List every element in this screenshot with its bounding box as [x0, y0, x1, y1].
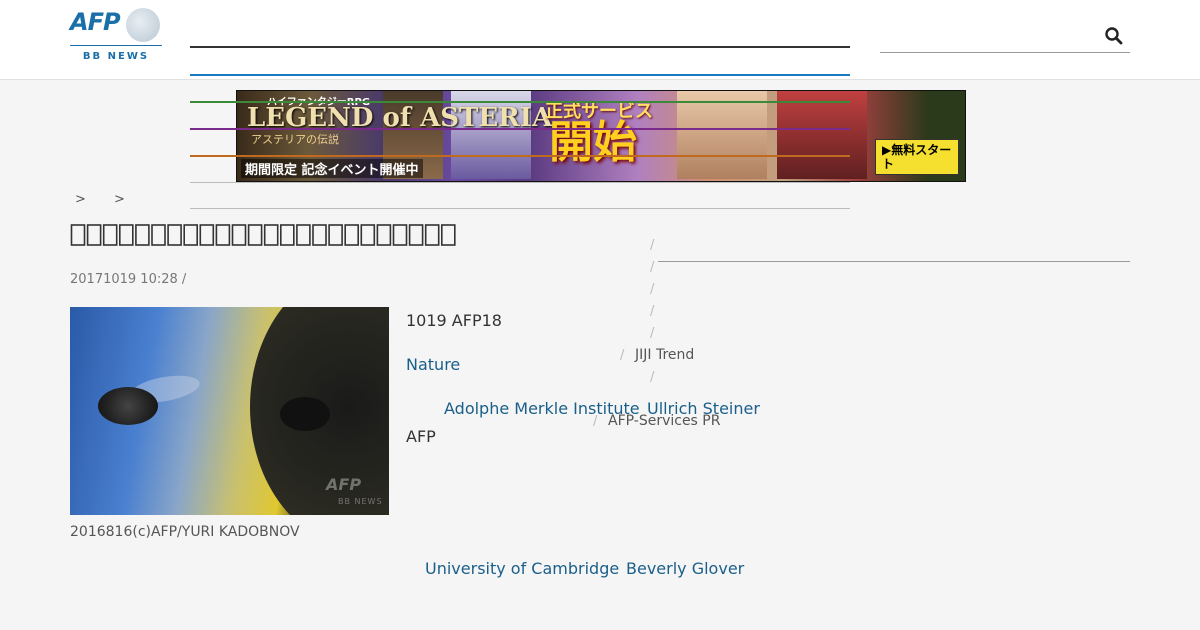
nav-rule-purple [190, 128, 850, 130]
link-beverly-glover[interactable]: Beverly Glover [626, 559, 744, 578]
nav-rule-blue [190, 74, 850, 76]
list-separator: / [650, 304, 655, 319]
link-nature[interactable]: Nature [406, 355, 460, 374]
list-separator: / [650, 282, 655, 297]
logo-rule [70, 45, 162, 46]
bee-on-flower [280, 397, 330, 431]
headline-glyph-box [392, 224, 408, 246]
bee [98, 387, 158, 425]
headline-glyph-box [199, 224, 215, 246]
ad-character-4 [777, 91, 867, 179]
headline-glyph-box [312, 224, 327, 246]
article-paragraph-4: AFP [406, 427, 436, 446]
headline-glyph-box [215, 224, 231, 246]
list-separator: / [650, 260, 655, 275]
headline-glyph-box [424, 224, 440, 246]
sidebar-item-afp-services-pr[interactable]: AFP-Services PR [608, 413, 720, 429]
ad-start-button[interactable]: ▶無料スタート [875, 139, 959, 175]
headline-glyph-box [231, 224, 247, 246]
article-headline [70, 220, 458, 257]
headline-glyph-boxes [70, 224, 456, 246]
headline-glyph-box [328, 224, 343, 246]
headline-glyph-box [183, 224, 198, 246]
globe-icon [126, 8, 160, 42]
breadcrumb: > > [75, 192, 149, 207]
list-separator: / [650, 326, 655, 341]
headline-glyph-box [86, 224, 102, 246]
headline-glyph-box [360, 224, 376, 246]
list-separator: / [650, 238, 655, 253]
nav-rule-grey-2 [190, 208, 850, 209]
logo-sub: BB NEWS [82, 51, 150, 62]
nav-rule-green [190, 101, 850, 103]
list-separator: / [650, 370, 655, 385]
nav-rule-grey [190, 182, 850, 183]
headline-glyph-box [344, 224, 360, 246]
ad-character-3 [677, 91, 767, 179]
list-separator: / [620, 348, 625, 363]
ad-banner[interactable]: ハイファンタジーRPG LEGEND of ASTERIA アステリアの伝説 期… [236, 90, 966, 182]
photo-watermark: AFP [326, 475, 362, 494]
article-meta: 20171019 10:28 / [70, 272, 187, 287]
ad-event-text: 期間限定 記念イベント開催中 [241, 159, 423, 178]
search-icon[interactable] [1104, 26, 1124, 46]
headline-glyph-box [118, 224, 134, 246]
headline-glyph-box [151, 224, 166, 246]
headline-rule [658, 261, 1130, 262]
sidebar-item-jiji-trend[interactable]: JIJI Trend [635, 347, 694, 363]
nav-rule-top [190, 46, 850, 48]
list-separator: / [593, 414, 598, 429]
article-paragraph-1: 1019 AFP18 [406, 311, 502, 330]
headline-glyph-box [263, 224, 279, 246]
article-photo[interactable]: AFP BB NEWS [70, 307, 389, 515]
headline-glyph-box [70, 224, 86, 246]
headline-glyph-box [167, 224, 182, 246]
headline-glyph-box [280, 224, 295, 246]
photo-caption: 2016816(c)AFP/YURI KADOBNOV [70, 524, 300, 540]
breadcrumb-sep[interactable]: > [114, 192, 125, 207]
afpbb-logo[interactable]: AFP BB NEWS [70, 8, 162, 66]
search-input[interactable] [880, 22, 1130, 53]
headline-glyph-box [102, 224, 118, 246]
headline-glyph-box [247, 224, 263, 246]
ad-subtitle: アステリアの伝説 [251, 133, 339, 146]
headline-glyph-box [440, 224, 456, 246]
headline-glyph-box [296, 224, 311, 246]
headline-glyph-box [408, 224, 424, 246]
link-university-of-cambridge[interactable]: University of Cambridge [425, 559, 619, 578]
photo-watermark-sub: BB NEWS [338, 497, 383, 506]
breadcrumb-sep[interactable]: > [75, 192, 86, 207]
nav-rule-orange [190, 155, 850, 157]
logo-brand: AFP [70, 8, 121, 36]
headline-glyph-box [135, 224, 150, 246]
headline-glyph-box [376, 224, 392, 246]
site-header: AFP BB NEWS [0, 0, 1200, 80]
